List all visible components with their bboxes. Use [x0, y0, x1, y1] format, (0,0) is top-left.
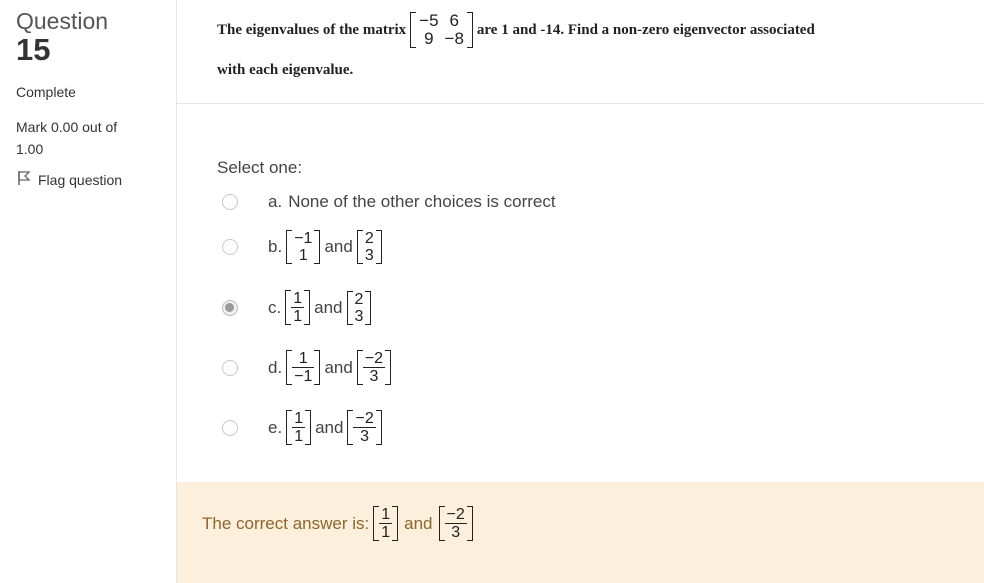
option-b-and: and — [324, 237, 353, 256]
grade-line-2: 1.00 — [16, 141, 44, 157]
option-b-vector-1: −1 1 — [286, 230, 321, 264]
option-a-text: None of the other choices is correct — [288, 192, 556, 211]
correct-answer-label: The correct answer is: — [202, 513, 370, 533]
vector-entry: −1 — [294, 230, 313, 247]
question-grade: Mark 0.00 out of 1.00 — [16, 116, 146, 160]
option-a[interactable]: a. None of the other choices is correct — [222, 192, 556, 212]
vector-entry: 1 — [291, 290, 305, 308]
option-e[interactable]: e. 1 1 and −2 3 — [222, 410, 384, 445]
vector-entry: 1 — [381, 524, 391, 541]
vector-entry: 3 — [360, 428, 370, 445]
option-e-radio[interactable] — [222, 419, 238, 436]
question-info-panel: Question 15 Complete Mark 0.00 out of 1.… — [0, 0, 176, 583]
question-text-after: are 1 and -14. Find a non-zero eigenvect… — [476, 21, 815, 38]
question-line-2: with each eigenvalue. — [217, 62, 354, 78]
matrix-cell: 6 — [449, 11, 459, 30]
correct-answer-text: The correct answer is: 1 1 and −2 3 — [202, 506, 477, 541]
option-d-letter: d. — [268, 357, 283, 377]
correct-answer-vector-1: 1 1 — [373, 506, 399, 541]
vector-entry: 1 — [292, 410, 306, 428]
vector-entry: −1 — [294, 368, 313, 385]
question-label: Question — [16, 8, 109, 34]
vector-entry: 1 — [293, 308, 303, 325]
vector-entry: −2 — [353, 410, 376, 428]
option-d[interactable]: d. 1 −1 and −2 3 — [222, 350, 393, 385]
option-b-vector-2: 2 3 — [356, 230, 382, 264]
correct-answer-vector-2: −2 3 — [438, 506, 474, 541]
select-one-prompt: Select one: — [217, 158, 303, 177]
option-e-vector-2: −2 3 — [347, 410, 382, 445]
vector-entry: 3 — [364, 247, 374, 264]
option-c-letter: c. — [268, 297, 282, 317]
option-d-radio[interactable] — [222, 359, 238, 376]
option-e-letter: e. — [268, 417, 283, 437]
option-c-and: and — [314, 297, 343, 317]
option-b-letter: b. — [268, 237, 283, 256]
vector-entry: 1 — [379, 506, 393, 524]
vector-entry: 3 — [369, 368, 379, 385]
option-c[interactable]: c. 1 1 and 2 3 — [222, 290, 373, 325]
vector-entry: −2 — [444, 506, 467, 524]
question-divider — [177, 103, 984, 104]
feedback-panel: The correct answer is: 1 1 and −2 3 — [177, 482, 984, 583]
option-d-and: and — [324, 357, 353, 377]
option-b[interactable]: b. −1 1 and 2 3 — [222, 230, 384, 264]
vector-entry: 2 — [354, 290, 364, 308]
option-d-vector-1: 1 −1 — [286, 350, 321, 385]
option-c-vector-2: 2 3 — [346, 290, 372, 325]
option-c-radio[interactable] — [222, 299, 238, 316]
flag-icon — [16, 170, 32, 189]
question-matrix: −5 6 9 −8 — [410, 12, 473, 48]
vector-entry: 1 — [292, 350, 315, 368]
option-a-letter: a. — [268, 192, 283, 211]
vector-entry: −2 — [362, 350, 386, 368]
matrix-cell: −5 — [419, 11, 439, 30]
matrix-cell: −8 — [444, 29, 464, 48]
question-line-1: The eigenvalues of the matrix −5 6 9 −8 ar… — [217, 10, 815, 50]
vector-entry: 1 — [294, 428, 304, 445]
question-text-before: The eigenvalues of the matrix — [217, 21, 407, 38]
question-number: 15 — [16, 32, 51, 67]
option-a-radio[interactable] — [222, 194, 238, 210]
option-e-vector-1: 1 1 — [286, 410, 312, 445]
grade-line-1: Mark 0.00 out of — [16, 119, 118, 135]
matrix-cell: 9 — [424, 29, 434, 48]
flag-question-label: Flag question — [38, 171, 123, 188]
vector-entry: 3 — [451, 524, 461, 541]
question-state: Complete — [16, 84, 76, 100]
flag-question-link[interactable]: Flag question — [16, 170, 122, 189]
vector-entry: 2 — [364, 230, 374, 247]
option-d-vector-2: −2 3 — [356, 350, 392, 385]
vector-entry: 1 — [298, 247, 308, 264]
option-b-radio[interactable] — [222, 239, 238, 255]
option-e-and: and — [315, 417, 344, 437]
correct-answer-and: and — [404, 513, 433, 533]
vector-entry: 3 — [354, 307, 364, 325]
option-c-vector-1: 1 1 — [285, 290, 311, 325]
